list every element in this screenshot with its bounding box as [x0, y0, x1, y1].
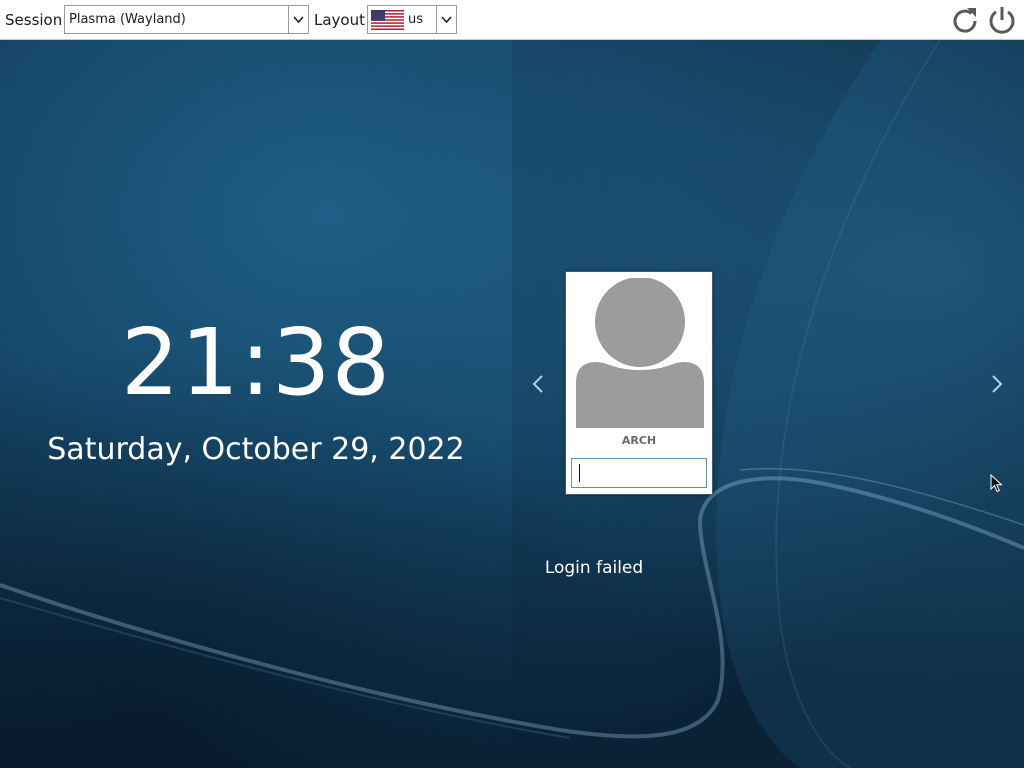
prev-user-button[interactable]: [528, 369, 548, 399]
chevron-down-icon[interactable]: [436, 6, 456, 33]
text-caret: [579, 464, 580, 482]
top-bar: Session Plasma (Wayland) Layout us: [0, 0, 1024, 40]
login-screen: Session Plasma (Wayland) Layout us 21:38…: [0, 0, 1024, 768]
session-label: Session: [5, 11, 63, 29]
clock-date: Saturday, October 29, 2022: [47, 432, 465, 467]
session-value: Plasma (Wayland): [69, 12, 186, 27]
user-avatar-icon: [576, 278, 704, 428]
layout-select[interactable]: us: [367, 5, 457, 34]
mouse-pointer-icon: [990, 474, 1003, 493]
chevron-down-icon[interactable]: [288, 6, 308, 33]
chevron-right-icon: [992, 375, 1003, 393]
power-icon: [989, 7, 1015, 34]
login-status-message: Login failed: [544, 558, 644, 578]
reboot-icon: [953, 8, 977, 33]
layout-value: us: [408, 12, 424, 27]
clock-time: 21:38: [120, 309, 392, 416]
avatar: [576, 278, 704, 428]
reboot-button[interactable]: [949, 4, 981, 36]
chevron-left-icon: [532, 375, 543, 393]
password-input[interactable]: [571, 458, 707, 488]
shutdown-button[interactable]: [986, 4, 1018, 36]
next-user-button[interactable]: [987, 369, 1007, 399]
us-flag-icon: [371, 10, 404, 34]
username-label: ARCH: [621, 434, 657, 447]
session-select[interactable]: Plasma (Wayland): [64, 5, 309, 34]
user-card[interactable]: ARCH: [565, 271, 713, 495]
layout-label: Layout: [314, 11, 365, 29]
